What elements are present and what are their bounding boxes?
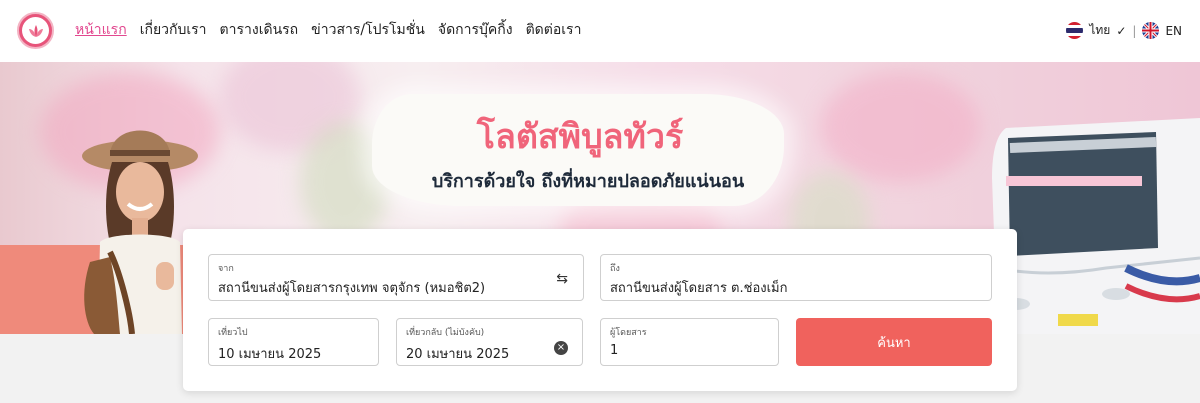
origin-value: สถานีขนส่งผู้โดยสารกรุงเทพ จตุจักร (หมอช… xyxy=(218,281,486,296)
check-icon: ✓ xyxy=(1116,23,1127,38)
search-card: จาก สถานีขนส่งผู้โดยสารกรุงเทพ จตุจักร (… xyxy=(183,229,1017,391)
depart-date-label: เที่ยวไป xyxy=(218,328,248,338)
destination-label: ถึง xyxy=(610,264,620,274)
depart-date-field[interactable]: เที่ยวไป 10 เมษายน 2025 xyxy=(208,318,379,366)
clear-icon[interactable]: × xyxy=(554,341,568,355)
thai-flag-icon[interactable] xyxy=(1066,22,1084,39)
passenger-value: 1 xyxy=(610,343,619,358)
nav-manage-booking[interactable]: จัดการบุ๊คกิ้ง xyxy=(438,19,513,41)
top-navbar: หน้าแรก เกี่ยวกับเรา ตารางเดินรถ ข่าวสาร… xyxy=(0,0,1200,62)
lang-en-label[interactable]: EN xyxy=(1165,24,1182,38)
destination-field[interactable]: ถึง สถานีขนส่งผู้โดยสาร ต.ช่องเม็ก xyxy=(600,254,992,301)
return-date-field[interactable]: เที่ยวกลับ (ไม่บังคับ) 20 เมษายน 2025 × xyxy=(396,318,583,366)
search-button[interactable]: ค้นหา xyxy=(796,318,992,366)
language-switcher: ไทย ✓ | EN xyxy=(1066,21,1182,40)
lang-divider: | xyxy=(1132,23,1137,38)
nav-news[interactable]: ข่าวสาร/โปรโมชั่น xyxy=(311,19,425,41)
return-date-label: เที่ยวกลับ (ไม่บังคับ) xyxy=(406,328,485,338)
nav-contact[interactable]: ติดต่อเรา xyxy=(526,19,582,41)
depart-date-value: 10 เมษายน 2025 xyxy=(218,347,322,362)
nav-about[interactable]: เกี่ยวกับเรา xyxy=(140,19,207,41)
return-date-value: 20 เมษายน 2025 xyxy=(406,347,510,362)
swap-icon[interactable]: ⇆ xyxy=(556,271,568,287)
logo[interactable] xyxy=(17,12,54,49)
uk-flag-icon[interactable] xyxy=(1142,22,1160,39)
passenger-field[interactable]: ผู้โดยสาร 1 xyxy=(600,318,779,366)
passenger-label: ผู้โดยสาร xyxy=(610,328,647,338)
nav-home[interactable]: หน้าแรก xyxy=(75,19,127,41)
main-nav: หน้าแรก เกี่ยวกับเรา ตารางเดินรถ ข่าวสาร… xyxy=(75,19,594,41)
origin-field[interactable]: จาก สถานีขนส่งผู้โดยสารกรุงเทพ จตุจักร (… xyxy=(208,254,584,301)
lang-th-label[interactable]: ไทย xyxy=(1089,21,1110,40)
origin-label: จาก xyxy=(218,264,234,274)
destination-value: สถานีขนส่งผู้โดยสาร ต.ช่องเม็ก xyxy=(610,281,788,296)
nav-schedule[interactable]: ตารางเดินรถ xyxy=(220,19,299,41)
lotus-icon xyxy=(22,17,49,44)
